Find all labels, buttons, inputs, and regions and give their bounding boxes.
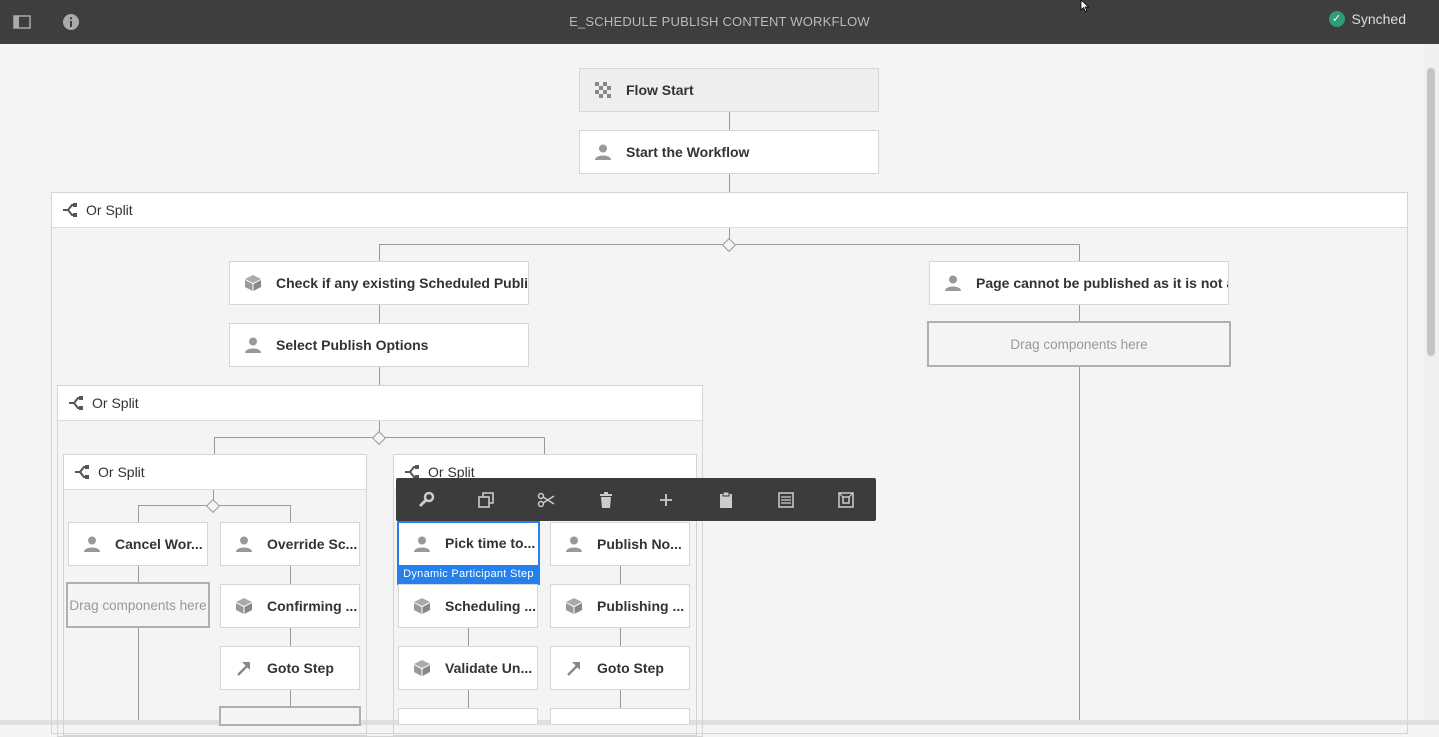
cut-button[interactable] <box>531 485 561 515</box>
goto-arrow-icon <box>567 662 580 676</box>
process-box-icon <box>245 275 261 291</box>
scissors-icon <box>537 492 555 507</box>
publishing-step[interactable]: Publishing ... <box>550 584 690 628</box>
user-icon <box>945 275 961 291</box>
user-icon <box>245 337 261 353</box>
list-icon <box>778 491 794 508</box>
partial-step[interactable] <box>550 708 690 725</box>
partial-step[interactable] <box>398 708 538 725</box>
user-icon <box>566 536 582 552</box>
step-action-toolbar <box>396 478 876 521</box>
confirming-step[interactable]: Confirming ... <box>220 584 360 628</box>
insert-button[interactable] <box>651 485 681 515</box>
copy-button[interactable] <box>471 485 501 515</box>
pick-time-step[interactable]: Pick time to... Dynamic Participant Step <box>397 521 540 585</box>
step-type-tag: Dynamic Participant Step <box>399 565 538 583</box>
user-icon <box>84 536 100 552</box>
or-split-header[interactable]: Or Split <box>58 386 702 421</box>
user-icon <box>236 536 252 552</box>
step-label: Override Sc... <box>267 536 358 552</box>
drop-zone[interactable]: Drag components here <box>927 321 1231 367</box>
mouse-cursor-icon <box>1080 0 1090 12</box>
or-split-header[interactable]: Or Split <box>52 193 1407 228</box>
process-box-icon <box>414 660 430 676</box>
checkered-flag-icon <box>595 82 611 98</box>
wrench-icon <box>418 491 435 507</box>
sync-status: ✓ Synched <box>1328 11 1406 27</box>
flow-start-step[interactable]: Flow Start <box>579 68 879 112</box>
trash-icon <box>600 491 612 508</box>
check-existing-step[interactable]: Check if any existing Scheduled Publish <box>229 261 529 305</box>
step-label: Select Publish Options <box>276 337 429 353</box>
goto-arrow-icon <box>237 662 250 676</box>
goto-step-left[interactable]: Goto Step <box>220 646 360 690</box>
partial-step[interactable] <box>219 706 361 726</box>
delete-button[interactable] <box>591 485 621 515</box>
select-parent-button[interactable] <box>831 485 861 515</box>
step-label: Pick time to... <box>445 535 536 551</box>
or-split-label: Or Split <box>92 395 139 411</box>
process-box-icon <box>414 598 430 614</box>
goto-step-right[interactable]: Goto Step <box>550 646 690 690</box>
step-label: Start the Workflow <box>626 144 750 160</box>
user-icon <box>414 536 430 552</box>
paste-button[interactable] <box>711 485 741 515</box>
scheduling-step[interactable]: Scheduling ... <box>398 584 538 628</box>
drop-zone-label: Drag components here <box>69 597 207 613</box>
or-split-label: Or Split <box>98 464 145 480</box>
connector <box>729 174 730 192</box>
step-label: Validate Un... <box>445 660 533 676</box>
step-label: Goto Step <box>597 660 664 676</box>
cancel-workflow-step[interactable]: Cancel Wor... <box>68 522 208 566</box>
process-box-icon <box>236 598 252 614</box>
step-label: Flow Start <box>626 82 694 98</box>
drop-zone-label: Drag components here <box>1010 336 1148 352</box>
or-split-header[interactable]: Or Split <box>64 455 366 490</box>
sync-status-label: Synched <box>1351 11 1406 27</box>
publish-now-step[interactable]: Publish No... <box>550 522 690 566</box>
group-button[interactable] <box>771 485 801 515</box>
split-icon <box>75 465 89 479</box>
split-icon <box>69 396 83 410</box>
connector <box>729 112 730 130</box>
step-label: Publish No... <box>597 536 682 552</box>
checkmark-icon: ✓ <box>1328 11 1345 27</box>
validate-step[interactable]: Validate Un... <box>398 646 538 690</box>
step-label: Page cannot be published as it is not a.… <box>976 275 1229 291</box>
or-split-label: Or Split <box>86 202 133 218</box>
override-step[interactable]: Override Sc... <box>220 522 360 566</box>
step-label: Goto Step <box>267 660 334 676</box>
plus-icon <box>660 493 672 506</box>
configure-button[interactable] <box>411 485 441 515</box>
copy-icon <box>478 491 494 508</box>
clipboard-icon <box>720 491 732 508</box>
process-box-icon <box>566 598 582 614</box>
parent-select-icon <box>838 491 854 508</box>
step-label: Cancel Wor... <box>115 536 203 552</box>
select-options-step[interactable]: Select Publish Options <box>229 323 529 367</box>
step-label: Check if any existing Scheduled Publish <box>276 275 529 291</box>
step-label: Scheduling ... <box>445 598 537 614</box>
scrollbar-thumb[interactable] <box>1427 68 1435 356</box>
page-cannot-step[interactable]: Page cannot be published as it is not a.… <box>929 261 1229 305</box>
user-icon <box>595 144 611 160</box>
workflow-title: E_SCHEDULE PUBLISH CONTENT WORKFLOW <box>569 14 870 29</box>
top-bar: E_SCHEDULE PUBLISH CONTENT WORKFLOW ✓ Sy… <box>0 0 1439 44</box>
drop-zone[interactable]: Drag components here <box>66 582 210 628</box>
split-icon <box>63 203 77 217</box>
step-label: Publishing ... <box>597 598 685 614</box>
start-workflow-step[interactable]: Start the Workflow <box>579 130 879 174</box>
step-label: Confirming ... <box>267 598 358 614</box>
